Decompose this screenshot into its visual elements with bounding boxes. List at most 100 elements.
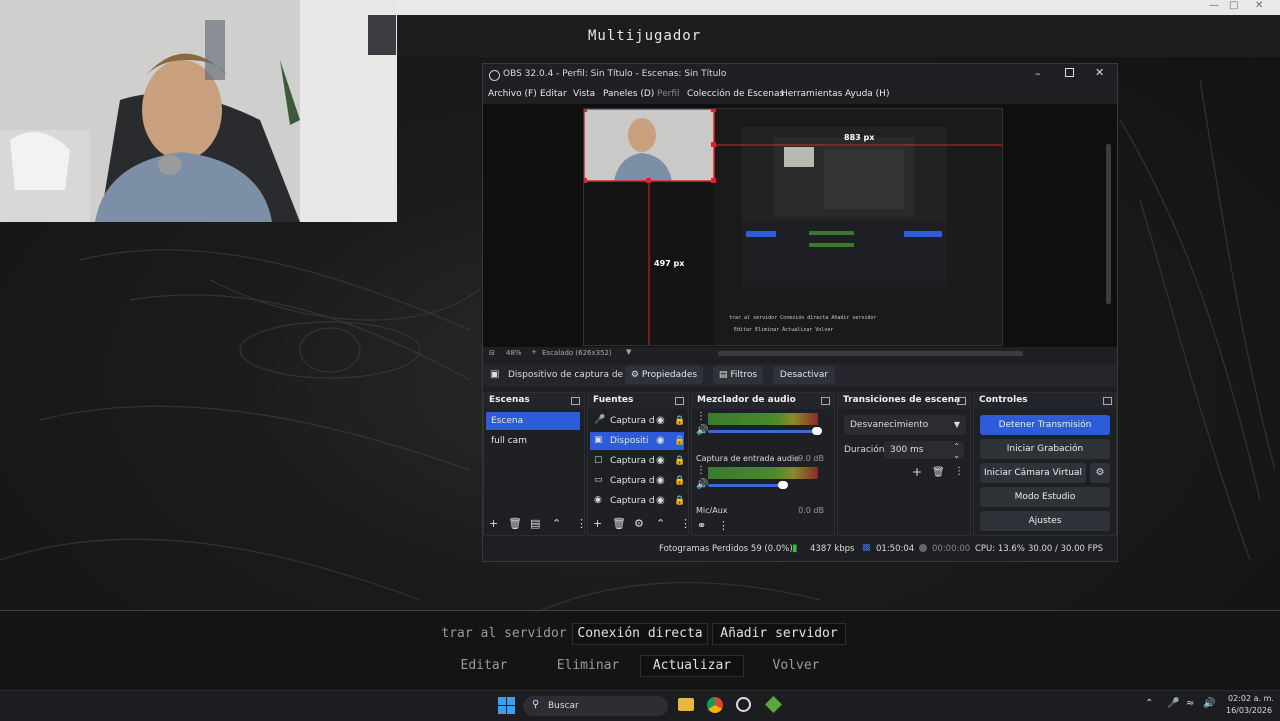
speaker-icon[interactable]: 🔊 bbox=[696, 425, 708, 436]
lock-icon[interactable]: 🔒 bbox=[674, 412, 685, 430]
menu-docks[interactable]: Paneles (D) bbox=[603, 89, 654, 99]
menu-tools[interactable]: Herramientas bbox=[781, 89, 842, 99]
speaker-icon[interactable]: 🔊 bbox=[1203, 698, 1215, 709]
menu-help[interactable]: Ayuda (H) bbox=[845, 89, 889, 99]
edit-button[interactable]: Editar bbox=[440, 655, 528, 677]
microphone-icon[interactable]: 🎤 bbox=[1167, 698, 1179, 709]
minimize-icon[interactable]: — bbox=[1209, 0, 1219, 11]
delete-button[interactable]: Eliminar bbox=[540, 655, 636, 677]
refresh-button[interactable]: Actualizar bbox=[640, 655, 744, 677]
source-item[interactable]: ▭ Captura d ◉ 🔒 bbox=[590, 472, 685, 490]
stop-streaming-button[interactable]: Detener Transmisión bbox=[980, 415, 1110, 435]
studio-mode-button[interactable]: Modo Estudio bbox=[980, 487, 1110, 507]
source-item[interactable]: ◉ Captura d ◉ 🔒 bbox=[590, 492, 685, 510]
trash-icon[interactable]: 🗑 bbox=[612, 517, 626, 530]
menu-scene-collection[interactable]: Colección de Escenas bbox=[687, 89, 784, 99]
volume-slider[interactable] bbox=[708, 484, 780, 487]
dock-float-icon[interactable] bbox=[957, 397, 966, 405]
file-explorer-icon[interactable] bbox=[678, 698, 694, 711]
maximize-icon[interactable]: □ bbox=[1229, 0, 1238, 11]
menu-view[interactable]: Vista bbox=[573, 89, 595, 99]
more-icon[interactable]: ⋮ bbox=[696, 465, 706, 476]
volume-slider-knob[interactable] bbox=[778, 481, 788, 489]
sources-header: Fuentes bbox=[588, 393, 688, 409]
settings-button[interactable]: Ajustes bbox=[980, 511, 1110, 531]
dock-float-icon[interactable] bbox=[821, 397, 830, 405]
source-item[interactable]: ▣ Dispositi ◉ 🔒 bbox=[590, 432, 685, 450]
add-icon[interactable]: + bbox=[912, 465, 922, 479]
chevron-up-icon[interactable]: ⌃ bbox=[1145, 698, 1153, 709]
back-button[interactable]: Volver bbox=[752, 655, 840, 677]
obs-minimize-icon[interactable]: – bbox=[1035, 67, 1041, 80]
eye-icon[interactable]: ◉ bbox=[656, 452, 665, 470]
trash-icon[interactable]: 🗑 bbox=[932, 467, 945, 478]
dock-float-icon[interactable] bbox=[571, 397, 580, 405]
obs-preview-area[interactable]: trar al servidor Conexión directa Añadir… bbox=[483, 104, 1117, 347]
obs-close-icon[interactable]: ✕ bbox=[1095, 66, 1104, 79]
filters-button[interactable]: ▤ Filtros bbox=[713, 366, 763, 384]
virtual-camera-settings-button[interactable]: ⚙ bbox=[1090, 463, 1110, 483]
direct-connect-button[interactable]: Conexión directa bbox=[572, 623, 708, 645]
eye-icon[interactable]: ◉ bbox=[656, 492, 665, 510]
more-icon[interactable]: ⋮ bbox=[954, 466, 964, 477]
preview-hscrollbar[interactable] bbox=[718, 351, 1023, 356]
stepper-down-icon[interactable]: ⌄ bbox=[953, 447, 960, 465]
start-virtual-camera-button[interactable]: Iniciar Cámara Virtual bbox=[980, 463, 1086, 483]
lock-icon[interactable]: 🔒 bbox=[674, 452, 685, 470]
more-icon[interactable]: ⋮ bbox=[696, 411, 706, 422]
menu-edit[interactable]: Editar bbox=[540, 89, 567, 99]
up-arrow-icon[interactable]: ⌃ bbox=[552, 517, 561, 530]
up-arrow-icon[interactable]: ⌃ bbox=[656, 517, 665, 530]
taskbar-search[interactable]: ⚲ Buscar bbox=[523, 696, 668, 716]
zoom-out-icon[interactable]: ⊟ bbox=[489, 349, 495, 357]
speaker-icon[interactable]: 🔊 bbox=[696, 479, 708, 490]
windows-start-icon[interactable] bbox=[498, 697, 515, 714]
transition-select[interactable]: Desvanecimiento ▼ bbox=[844, 415, 966, 435]
close-icon[interactable]: ✕ bbox=[1255, 0, 1263, 11]
obs-taskbar-icon[interactable] bbox=[736, 697, 751, 712]
scene-item-full-cam[interactable]: full cam bbox=[486, 432, 580, 450]
scene-item-escena[interactable]: Escena bbox=[486, 412, 580, 430]
clock-time[interactable]: 02:02 a. m. bbox=[1228, 694, 1274, 703]
clock-date[interactable]: 16/03/2026 bbox=[1226, 706, 1272, 715]
eye-icon[interactable]: ◉ bbox=[656, 432, 665, 450]
gear-icon[interactable]: ⚙ bbox=[634, 517, 644, 530]
zoom-in-icon[interactable]: + bbox=[531, 348, 537, 356]
source-item[interactable]: 🎤 Captura d ◉ 🔒 bbox=[590, 412, 685, 430]
start-recording-button[interactable]: Iniciar Grabación bbox=[980, 439, 1110, 459]
lock-icon[interactable]: 🔒 bbox=[674, 492, 685, 510]
menu-profile[interactable]: Perfil bbox=[657, 89, 680, 99]
lock-icon[interactable]: 🔒 bbox=[674, 432, 685, 450]
preview-canvas[interactable]: trar al servidor Conexión directa Añadir… bbox=[583, 108, 1003, 346]
source-item[interactable]: ▢ Captura d ◉ 🔒 bbox=[590, 452, 685, 470]
eye-icon[interactable]: ◉ bbox=[656, 472, 665, 490]
deactivate-button[interactable]: Desactivar bbox=[773, 366, 835, 384]
add-icon[interactable]: + bbox=[489, 517, 498, 530]
menu-file[interactable]: Archivo (F) bbox=[488, 89, 537, 99]
volume-slider[interactable] bbox=[708, 430, 818, 433]
wifi-icon[interactable]: ≈ bbox=[1186, 698, 1194, 709]
eye-icon[interactable]: ◉ bbox=[656, 412, 665, 430]
filter-icon[interactable]: ▤ bbox=[530, 517, 540, 530]
trash-icon[interactable]: 🗑 bbox=[508, 517, 522, 530]
add-icon[interactable]: + bbox=[593, 517, 602, 530]
join-server-button[interactable]: trar al servidor bbox=[438, 623, 570, 645]
chrome-icon[interactable] bbox=[707, 697, 723, 713]
source-label: Captura d bbox=[610, 476, 654, 486]
link-icon[interactable]: ⚭ bbox=[697, 519, 706, 532]
duration-input[interactable]: 300 ms ⌃ ⌄ bbox=[884, 441, 964, 460]
obs-maximize-icon[interactable] bbox=[1065, 68, 1074, 77]
scale-dropdown-icon[interactable]: ▼ bbox=[626, 348, 631, 356]
properties-button[interactable]: ⚙ Propiedades bbox=[625, 366, 703, 384]
more-icon[interactable]: ⋮ bbox=[718, 519, 729, 532]
volume-slider-knob[interactable] bbox=[812, 427, 822, 435]
more-icon[interactable]: ⋮ bbox=[576, 517, 587, 530]
more-icon[interactable]: ⋮ bbox=[680, 517, 691, 530]
add-server-button[interactable]: Añadir servidor bbox=[712, 623, 846, 645]
minecraft-icon[interactable] bbox=[765, 696, 782, 713]
dock-float-icon[interactable] bbox=[1103, 397, 1112, 405]
preview-vscrollbar[interactable] bbox=[1106, 144, 1111, 304]
lock-icon[interactable]: 🔒 bbox=[674, 472, 685, 490]
dock-float-icon[interactable] bbox=[675, 397, 684, 405]
duration-value: 300 ms bbox=[890, 445, 924, 455]
